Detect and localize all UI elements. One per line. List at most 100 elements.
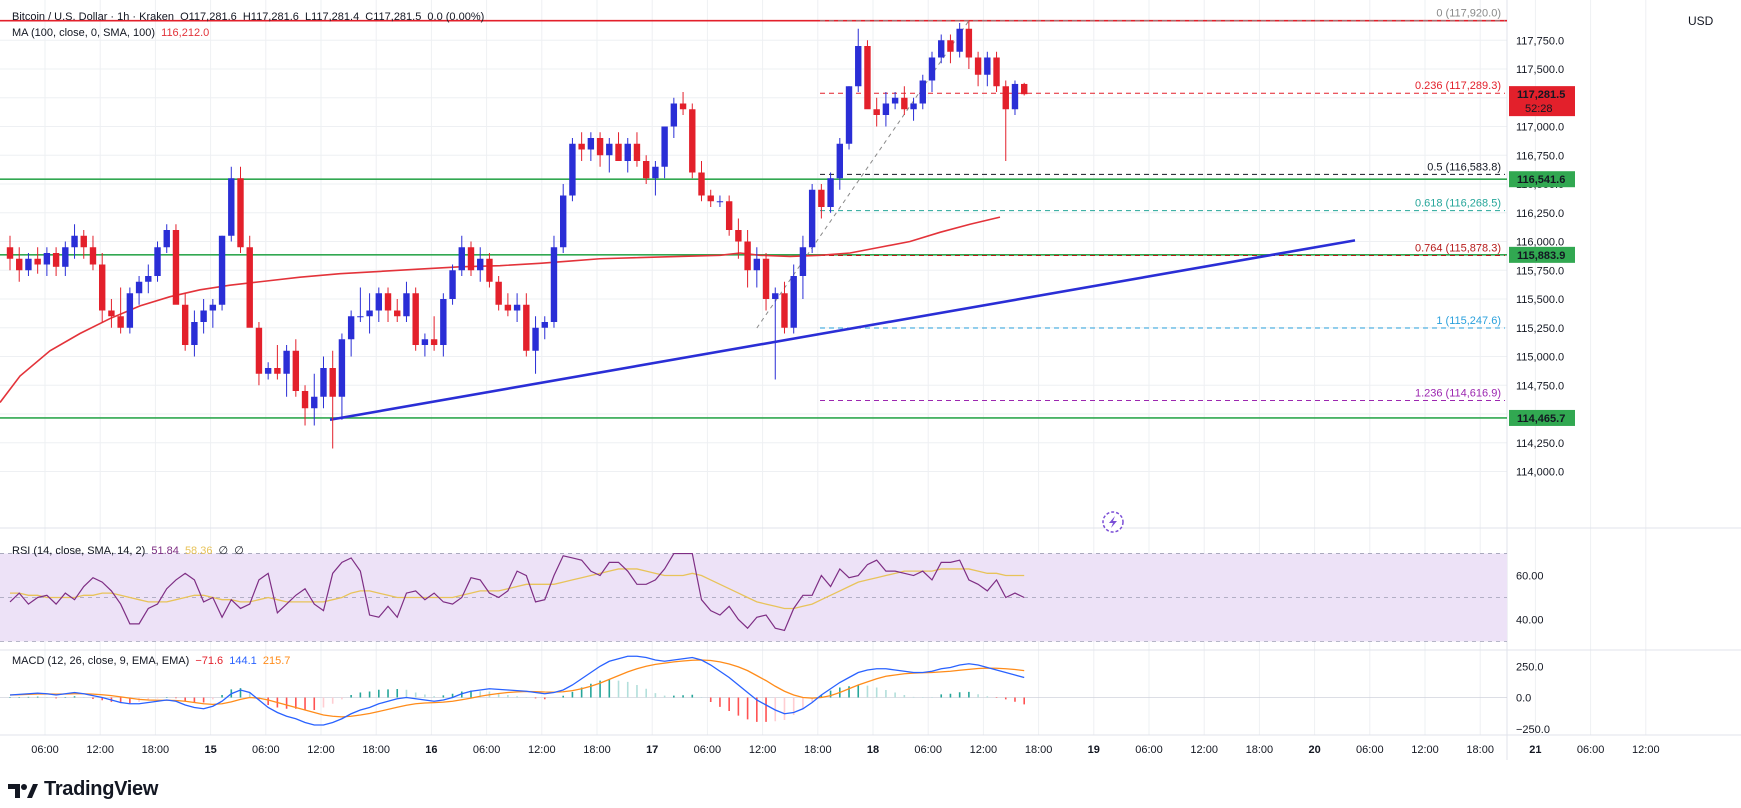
support-price-tag-text: 114,465.7	[1517, 413, 1565, 425]
macd-histogram-bar	[433, 696, 435, 698]
ohlc-high: H117,281.6	[242, 11, 299, 23]
last-price-tag-countdown: 52:28	[1525, 103, 1553, 115]
candle-body	[836, 143, 843, 179]
candle-body	[264, 368, 272, 374]
candle-body	[52, 253, 60, 267]
macd-histogram-bar	[691, 694, 694, 698]
rsi-tick-label: 60.00	[1516, 571, 1544, 583]
candle-body	[1021, 83, 1028, 95]
macd-hist-value: −71.6	[195, 655, 224, 667]
macd-histogram-bar	[267, 697, 269, 705]
price-tick-label: 117,750.0	[1516, 35, 1564, 47]
candle-body	[477, 258, 484, 271]
macd-histogram-bar	[331, 697, 334, 704]
rsi-value: 51.84	[151, 545, 179, 557]
macd-histogram-bar	[571, 691, 574, 698]
candle-body	[716, 201, 724, 203]
time-tick-label: 18:00	[142, 744, 170, 756]
macd-histogram-bar	[405, 689, 408, 698]
candle-body	[89, 247, 97, 265]
candle-body	[430, 339, 438, 345]
macd-histogram-bar	[46, 697, 48, 698]
macd-histogram-bar	[92, 697, 94, 699]
fib-level-label: 1 (115,247.6)	[1436, 315, 1501, 327]
currency-label[interactable]: USD	[1688, 14, 1713, 28]
candle-body	[467, 247, 475, 271]
macd-histogram-bar	[82, 697, 85, 698]
candle-body	[523, 304, 530, 351]
macd-histogram-bar	[866, 685, 869, 698]
support-price-tag: 115,883.9	[1509, 246, 1575, 263]
candle-body	[301, 391, 309, 409]
macd-histogram-bar	[175, 697, 177, 699]
candle-body	[366, 310, 373, 317]
price-tick-label: 117,000.0	[1516, 122, 1564, 134]
macd-histogram-bar	[507, 695, 509, 698]
macd-header[interactable]: MACD (12, 26, close, 9, EMA, EMA) −71.6 …	[12, 655, 293, 667]
candle-body	[117, 316, 124, 328]
candle-body	[984, 57, 991, 75]
candle-body	[320, 368, 327, 397]
candle-body	[772, 293, 779, 299]
candle-body	[25, 258, 32, 271]
macd-histogram-bar	[737, 697, 740, 716]
macd-histogram-bar	[654, 693, 657, 698]
candle-body	[790, 276, 797, 328]
chart-header: Bitcoin / U.S. Dollar · 1h · Kraken O117…	[12, 11, 487, 23]
time-tick-label: 18:00	[1466, 744, 1494, 756]
candle-body	[532, 327, 539, 351]
macd-histogram-bar	[9, 697, 11, 698]
rsi-header[interactable]: RSI (14, close, SMA, 14, 2) 51.84 58.36 …	[12, 544, 247, 557]
macd-histogram-bar	[414, 692, 417, 698]
macd-histogram-bar	[156, 697, 159, 699]
candle-body	[6, 247, 14, 259]
ma-label: MA (100, close, 0, SMA, 100)	[12, 27, 156, 39]
price-tick-label: 116,750.0	[1516, 150, 1564, 162]
candle-body	[163, 230, 170, 248]
macd-histogram-bar	[857, 685, 860, 698]
ma-header[interactable]: MA (100, close, 0, SMA, 100) 116,212.0	[12, 27, 212, 39]
macd-histogram-bar	[387, 689, 389, 698]
fib-level-label: 0 (117,920.0)	[1436, 8, 1501, 20]
macd-histogram-bar	[304, 697, 306, 710]
chart-canvas[interactable]: 0 (117,920.0) 0.236 (117,289.3) 0.5 (116,5…	[0, 0, 1741, 808]
candle-body	[421, 339, 429, 345]
candle-body	[578, 143, 585, 150]
macd-histogram-bar	[940, 694, 943, 698]
candle-body	[108, 310, 115, 317]
time-tick-label: 12:00	[1190, 744, 1218, 756]
time-tick-label: 06:00	[31, 744, 59, 756]
time-tick-label: 06:00	[1577, 744, 1605, 756]
tradingview-logo-icon	[8, 781, 38, 804]
candle-body	[191, 322, 198, 345]
candle-body	[652, 166, 659, 179]
macd-histogram-bar	[55, 697, 57, 699]
macd-histogram-bar	[165, 697, 168, 698]
candle-body	[16, 258, 23, 271]
macd-signal-value: 215.7	[262, 655, 291, 667]
candle-body	[375, 293, 382, 311]
time-tick-label: 18:00	[1246, 744, 1274, 756]
support-price-tag: 116,541.6	[1509, 171, 1575, 188]
macd-histogram-bar	[396, 689, 399, 698]
alert-lightning-icon[interactable]	[1102, 511, 1124, 533]
time-tick-label: 06:00	[694, 744, 722, 756]
candle-body	[882, 103, 890, 115]
macd-histogram-bar	[756, 697, 758, 722]
candle-body	[172, 230, 180, 305]
candle-body	[818, 189, 825, 207]
candle-body	[145, 276, 152, 282]
macd-title: MACD (12, 26, close, 9, EMA, EMA)	[12, 655, 190, 667]
support-price-tag-text: 115,883.9	[1517, 250, 1565, 262]
candle-body	[495, 281, 502, 305]
macd-histogram-bar	[626, 681, 629, 698]
rsi-ma-value: 58.36	[184, 545, 213, 557]
macd-histogram-bar	[553, 697, 555, 698]
candle-body	[938, 40, 945, 58]
candle-body	[642, 161, 650, 179]
macd-histogram-bar	[1004, 697, 1007, 700]
time-tick-label: 18:00	[804, 744, 832, 756]
macd-histogram-bar	[903, 695, 906, 698]
macd-histogram-bar	[709, 697, 712, 702]
support-price-tag: 114,465.7	[1509, 409, 1575, 426]
